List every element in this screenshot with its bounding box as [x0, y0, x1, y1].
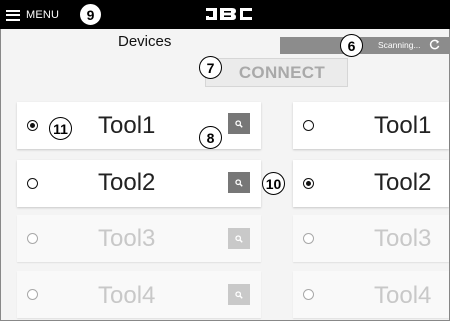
tool-label-right-2: Tool2: [374, 169, 432, 196]
connect-button[interactable]: CONNECT: [205, 58, 348, 87]
refresh-icon[interactable]: [429, 39, 440, 50]
radio-right-tool4: [303, 289, 314, 300]
tool-label-right-3: Tool3: [374, 225, 432, 252]
tool-label-right-4: Tool4: [374, 282, 432, 309]
callout-8: 8: [199, 126, 222, 149]
radio-right-tool1[interactable]: [303, 120, 314, 131]
tool-label-right-1: Tool1: [374, 112, 432, 139]
search-button-left-3: [228, 228, 250, 249]
radio-left-tool3: [27, 233, 38, 244]
radio-left-tool4: [27, 289, 38, 300]
tool-label-left-1: Tool1: [98, 112, 156, 139]
menu-button[interactable]: MENU: [6, 5, 59, 25]
callout-9: 9: [79, 3, 102, 26]
search-icon: [235, 234, 243, 243]
radio-right-tool2[interactable]: [303, 178, 314, 189]
callout-6: 6: [340, 34, 363, 57]
tool-label-left-3: Tool3: [98, 225, 156, 252]
page-title: Devices: [118, 33, 172, 50]
search-button-left-4: [228, 284, 250, 305]
search-icon: [235, 119, 243, 128]
search-icon: [235, 290, 243, 299]
scan-status-text: Scanning...: [378, 40, 421, 50]
scan-status-bar[interactable]: [280, 37, 450, 54]
top-bar: MENU: [0, 0, 450, 29]
callout-7: 7: [199, 56, 222, 79]
search-button-left-2[interactable]: [228, 172, 250, 193]
jbc-logo: [206, 8, 252, 20]
left-frame-line: [0, 29, 1, 321]
tool-label-left-2: Tool2: [98, 169, 156, 196]
search-button-left-1[interactable]: [228, 113, 250, 134]
callout-10: 10: [262, 172, 285, 195]
radio-left-tool1[interactable]: [27, 120, 38, 131]
search-icon: [235, 178, 243, 187]
radio-left-tool2[interactable]: [27, 178, 38, 189]
tool-label-left-4: Tool4: [98, 282, 156, 309]
callout-11: 11: [49, 117, 72, 140]
menu-label: MENU: [26, 9, 60, 21]
radio-right-tool3: [303, 233, 314, 244]
hamburger-icon: [6, 9, 20, 21]
